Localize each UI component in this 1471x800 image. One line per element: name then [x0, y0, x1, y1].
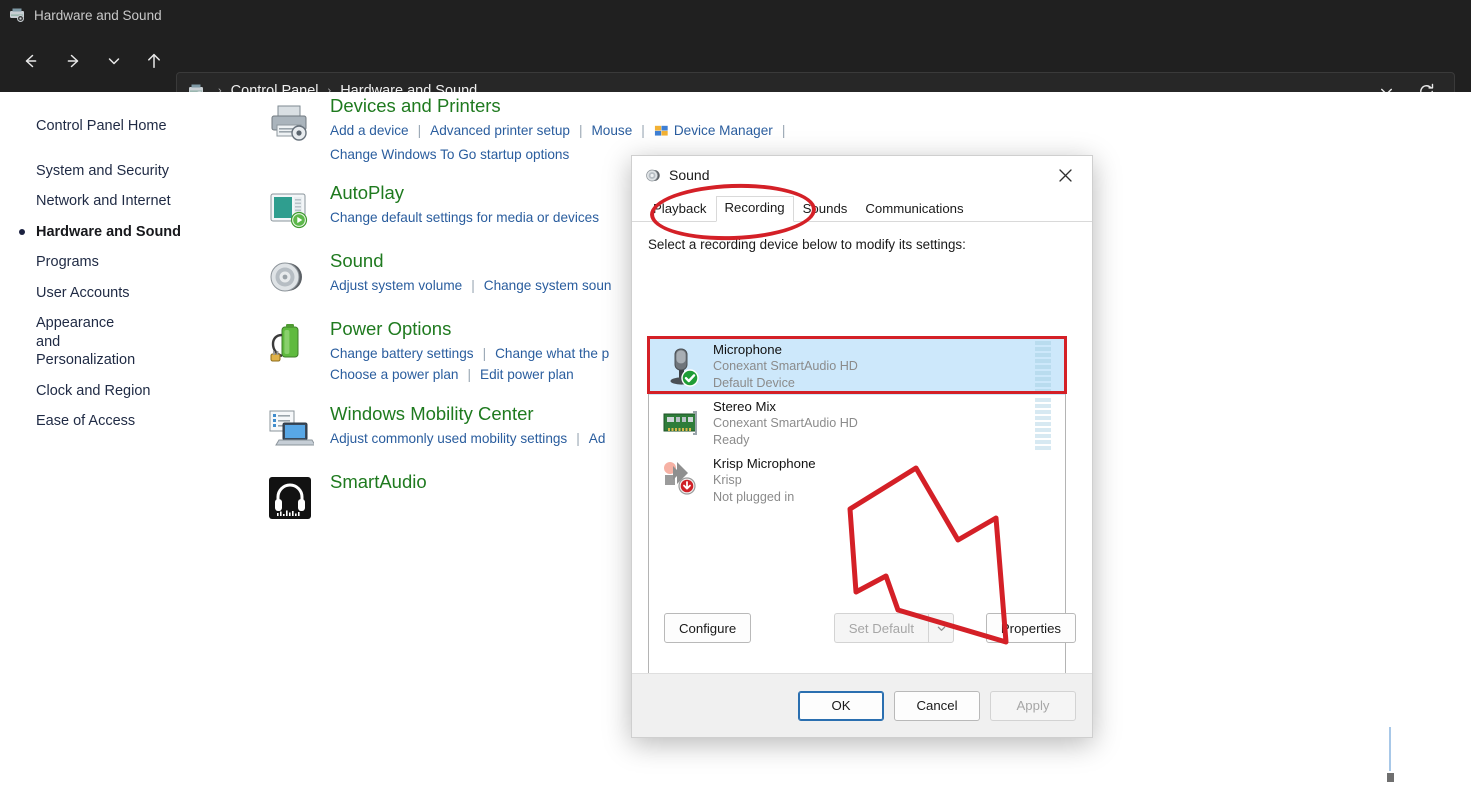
tab-communications[interactable]: Communications: [856, 197, 972, 222]
device-status: Ready: [713, 432, 750, 447]
properties-button[interactable]: Properties: [985, 613, 1076, 643]
link-choose-a-power-plan[interactable]: Choose a power plan: [330, 367, 458, 382]
device-name: Krisp Microphone: [713, 455, 816, 471]
link-change-system-sounds[interactable]: Change system soun: [484, 278, 612, 293]
window-title: Hardware and Sound: [34, 7, 162, 23]
dialog-instruction: Select a recording device below to modif…: [648, 237, 966, 252]
krisp-icon: [659, 458, 705, 504]
speaker-icon: [644, 167, 661, 184]
category-links-row: Add a device | Advanced printer setup | Mous…: [330, 120, 794, 144]
cancel-button[interactable]: Cancel: [894, 690, 980, 721]
forward-button[interactable]: [54, 41, 94, 81]
sidebar-item-ease-of-access[interactable]: Ease of Access: [0, 406, 262, 437]
category-title[interactable]: SmartAudio: [330, 470, 427, 493]
set-default-button: Set Default: [833, 613, 928, 643]
recent-locations-button[interactable]: [98, 41, 130, 81]
dialog-body: Select a recording device below to modif…: [632, 222, 1092, 737]
device-status: Default Device: [713, 375, 795, 390]
smartaudio-icon: [266, 474, 314, 522]
sidebar-item-appearance-and-personalization[interactable]: Appearance and Personalization: [0, 308, 140, 376]
window-titlebar: Hardware and Sound: [0, 0, 1471, 30]
device-driver: Krisp: [713, 473, 742, 488]
device-info: Krisp Microphone Krisp Not plugged in: [713, 456, 1057, 505]
link-adjust-commonly-used-mobility-settings[interactable]: Adjust commonly used mobility settings: [330, 431, 567, 446]
dialog-title: Sound: [669, 167, 710, 183]
tab-playback[interactable]: Playback: [644, 197, 716, 222]
sidebar-item-clock-and-region[interactable]: Clock and Region: [0, 376, 262, 407]
dialog-tabs: Playback Recording Sounds Communications: [632, 194, 1092, 222]
category-links-row: Change default settings for media or dev…: [330, 207, 599, 228]
category-title[interactable]: AutoPlay: [330, 181, 599, 204]
device-name: Microphone: [713, 341, 782, 357]
dialog-titlebar: Sound: [632, 156, 1092, 194]
category-title[interactable]: Sound: [330, 249, 611, 272]
volume-meter: [1035, 397, 1051, 450]
category-links-row: Change battery settings | Change what the …: [330, 346, 610, 362]
sidebar-item-network-and-internet[interactable]: Network and Internet: [0, 186, 262, 217]
device-row-stereo-mix[interactable]: Stereo Mix Conexant SmartAudio HD Ready: [649, 395, 1065, 452]
autoplay-icon: [266, 185, 314, 233]
device-info: Microphone Conexant SmartAudio HD Defaul…: [713, 342, 1035, 391]
tab-recording[interactable]: Recording: [715, 196, 794, 222]
link-edit-power-plan[interactable]: Edit power plan: [480, 367, 574, 382]
sidebar-item-system-and-security[interactable]: System and Security: [0, 156, 262, 187]
category-title[interactable]: Power Options: [330, 317, 609, 340]
close-icon[interactable]: [1044, 157, 1086, 193]
sidebar-item-user-accounts[interactable]: User Accounts: [0, 278, 262, 309]
link-change-battery-settings[interactable]: Change battery settings: [330, 346, 474, 361]
category-links-row: Adjust commonly used mobility settings | A…: [330, 430, 606, 446]
printer-icon: [266, 98, 314, 146]
device-row-krisp-microphone[interactable]: Krisp Microphone Krisp Not plugged in: [649, 452, 1065, 509]
back-button[interactable]: [10, 41, 50, 81]
dialog-footer: OK Cancel Apply: [632, 673, 1092, 737]
set-default-split-button[interactable]: Set Default: [833, 613, 954, 643]
battery-icon: [266, 321, 314, 369]
recording-device-list[interactable]: Microphone Conexant SmartAudio HD Defaul…: [648, 337, 1066, 705]
sound-dialog: Sound Playback Recording Sounds Communic…: [631, 155, 1093, 738]
device-name: Stereo Mix: [713, 398, 777, 414]
apply-button: Apply: [990, 690, 1076, 721]
tab-sounds[interactable]: Sounds: [794, 197, 857, 222]
text-cursor-artifact: [1387, 727, 1394, 782]
speaker-icon: [266, 253, 314, 301]
device-row-microphone[interactable]: Microphone Conexant SmartAudio HD Defaul…: [649, 338, 1065, 395]
device-driver: Conexant SmartAudio HD: [713, 416, 858, 431]
sound-card-icon: [659, 401, 705, 447]
window-title-icon: [8, 6, 26, 24]
category-title[interactable]: Windows Mobility Center: [330, 402, 605, 425]
ok-button[interactable]: OK: [798, 690, 884, 721]
device-info: Stereo Mix Conexant SmartAudio HD Ready: [713, 399, 1035, 448]
sidebar-item-programs[interactable]: Programs: [0, 247, 262, 278]
link-device-manager[interactable]: Device Manager: [674, 123, 773, 138]
link-change-default-settings-for-media-or-devices[interactable]: Change default settings for media or dev…: [330, 210, 599, 225]
category-title[interactable]: Devices and Printers: [330, 94, 794, 117]
sidebar-item-hardware-and-sound[interactable]: Hardware and Sound: [0, 217, 262, 248]
volume-meter: [1035, 340, 1051, 393]
category-links-row: Choose a power plan | Edit power plan: [330, 367, 574, 383]
sidebar: Control Panel Home System and Security N…: [0, 92, 262, 437]
link-adjust-settings-truncated[interactable]: Ad: [589, 431, 606, 446]
configure-button[interactable]: Configure: [664, 613, 752, 643]
up-button[interactable]: [134, 41, 174, 81]
link-mouse[interactable]: Mouse: [591, 123, 632, 138]
navigation-bar: › Control Panel › Hardware and Sound: [0, 30, 1471, 110]
chevron-down-icon[interactable]: [928, 613, 954, 643]
device-status: Not plugged in: [713, 489, 795, 504]
link-change-what-the-power-buttons-do[interactable]: Change what the p: [495, 346, 609, 361]
sidebar-item-control-panel-home[interactable]: Control Panel Home: [0, 111, 262, 142]
link-adjust-system-volume[interactable]: Adjust system volume: [330, 278, 462, 293]
category-links-row: Adjust system volume | Change system soun: [330, 278, 612, 294]
mobility-center-icon: [266, 406, 316, 454]
link-advanced-printer-setup[interactable]: Advanced printer setup: [430, 123, 570, 138]
device-manager-shield-icon: [654, 123, 669, 144]
link-change-windows-to-go-startup-options[interactable]: Change Windows To Go startup options: [330, 147, 569, 162]
microphone-icon: [659, 344, 705, 390]
link-add-a-device[interactable]: Add a device: [330, 123, 409, 138]
device-driver: Conexant SmartAudio HD: [713, 359, 858, 374]
